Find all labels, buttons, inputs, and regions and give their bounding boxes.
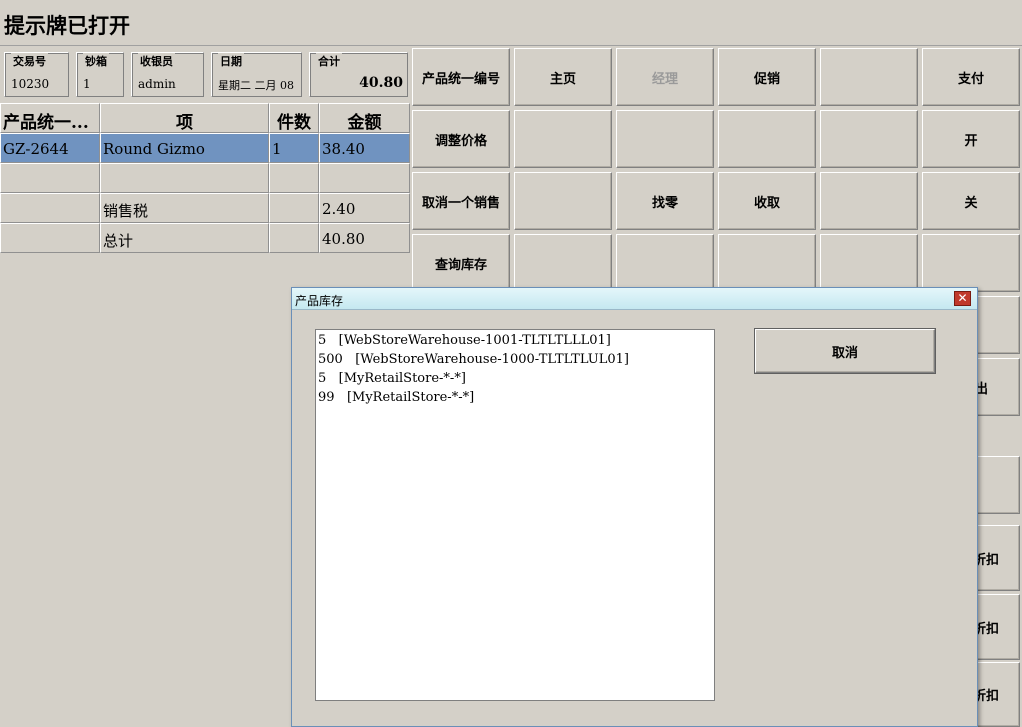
empty-button[interactable] bbox=[514, 110, 612, 168]
empty-button[interactable] bbox=[718, 110, 816, 168]
page-title: 提示牌已打开 bbox=[4, 13, 130, 38]
empty-button[interactable] bbox=[820, 48, 918, 106]
cell-item: Round Gizmo bbox=[100, 133, 269, 163]
collect-button[interactable]: 收取 bbox=[718, 172, 816, 230]
list-item[interactable]: 5 [MyRetailStore-*-*] bbox=[318, 371, 466, 386]
void-sale-button[interactable]: 取消一个销售 bbox=[412, 172, 510, 230]
cashier-label: 收银员 bbox=[138, 53, 175, 69]
empty-button[interactable] bbox=[718, 234, 816, 292]
column-header-amount[interactable]: 金额 bbox=[319, 103, 410, 133]
adjust-price-button[interactable]: 调整价格 bbox=[412, 110, 510, 168]
cell-amount: 38.40 bbox=[319, 133, 410, 163]
cell-product-id bbox=[0, 193, 100, 223]
cell-item bbox=[100, 163, 269, 193]
dialog-title: 产品库存 bbox=[295, 294, 344, 308]
transaction-number-value: 10230 bbox=[11, 77, 50, 91]
query-stock-button[interactable]: 查询库存 bbox=[412, 234, 510, 292]
cash-drawer-value: 1 bbox=[83, 77, 91, 91]
title-bar: 提示牌已打开 bbox=[0, 0, 1022, 46]
list-item[interactable]: 500 [WebStoreWarehouse-1000-TLTLTLUL01] bbox=[318, 352, 629, 367]
empty-button[interactable] bbox=[820, 234, 918, 292]
list-item[interactable]: 5 [WebStoreWarehouse-1001-TLTLTLLL01] bbox=[318, 333, 611, 348]
close-drawer-button[interactable]: 关 bbox=[922, 172, 1020, 230]
stock-list[interactable]: 5 [WebStoreWarehouse-1001-TLTLTLLL01] 50… bbox=[315, 329, 715, 701]
cell-product-id bbox=[0, 163, 100, 193]
pay-button[interactable]: 支付 bbox=[922, 48, 1020, 106]
cell-quantity bbox=[269, 223, 319, 253]
open-button[interactable]: 开 bbox=[922, 110, 1020, 168]
table-row[interactable] bbox=[0, 163, 410, 193]
column-header-product-id[interactable]: 产品统一... bbox=[0, 103, 100, 133]
cell-quantity: 1 bbox=[269, 133, 319, 163]
cell-amount: 40.80 bbox=[319, 223, 410, 253]
total-label: 合计 bbox=[316, 53, 342, 69]
empty-button[interactable] bbox=[922, 234, 1020, 292]
total-box: 合计 40.80 bbox=[309, 52, 408, 97]
cashier-value: admin bbox=[138, 77, 176, 91]
total-value: 40.80 bbox=[359, 75, 403, 91]
dialog-title-bar[interactable]: 产品库存 ✕ bbox=[292, 288, 977, 310]
product-id-button[interactable]: 产品统一编号 bbox=[412, 48, 510, 106]
date-label: 日期 bbox=[218, 53, 244, 69]
table-row[interactable]: 销售税 2.40 bbox=[0, 193, 410, 223]
list-item[interactable]: 99 [MyRetailStore-*-*] bbox=[318, 390, 474, 405]
empty-button[interactable] bbox=[616, 110, 714, 168]
home-button[interactable]: 主页 bbox=[514, 48, 612, 106]
empty-button[interactable] bbox=[616, 234, 714, 292]
cell-product-id bbox=[0, 223, 100, 253]
empty-button[interactable] bbox=[820, 110, 918, 168]
date-value: 星期二 二月 08 bbox=[218, 79, 294, 92]
transaction-number-label: 交易号 bbox=[11, 53, 48, 69]
change-button[interactable]: 找零 bbox=[616, 172, 714, 230]
product-stock-dialog: 产品库存 ✕ 5 [WebStoreWarehouse-1001-TLTLTLL… bbox=[291, 287, 978, 727]
cell-quantity bbox=[269, 193, 319, 223]
column-header-item[interactable]: 项 bbox=[100, 103, 269, 133]
table-header: 产品统一... 项 件数 金额 bbox=[0, 103, 410, 133]
empty-button[interactable] bbox=[820, 172, 918, 230]
cash-drawer-box: 钞箱 1 bbox=[76, 52, 124, 97]
cash-drawer-label: 钞箱 bbox=[83, 53, 109, 69]
date-box: 日期 星期二 二月 08 bbox=[211, 52, 302, 97]
cell-quantity bbox=[269, 163, 319, 193]
cell-item: 销售税 bbox=[100, 193, 269, 223]
cell-item: 总计 bbox=[100, 223, 269, 253]
column-header-quantity[interactable]: 件数 bbox=[269, 103, 319, 133]
cashier-box: 收银员 admin bbox=[131, 52, 204, 97]
cancel-button[interactable]: 取消 bbox=[755, 329, 935, 373]
promotion-button[interactable]: 促销 bbox=[718, 48, 816, 106]
close-icon[interactable]: ✕ bbox=[954, 291, 971, 306]
empty-button[interactable] bbox=[514, 172, 612, 230]
cell-amount bbox=[319, 163, 410, 193]
table-row[interactable]: 总计 40.80 bbox=[0, 223, 410, 253]
cell-product-id: GZ-2644 bbox=[0, 133, 100, 163]
cell-amount: 2.40 bbox=[319, 193, 410, 223]
empty-button[interactable] bbox=[514, 234, 612, 292]
table-row[interactable]: GZ-2644 Round Gizmo 1 38.40 bbox=[0, 133, 410, 163]
manager-button[interactable]: 经理 bbox=[616, 48, 714, 106]
transaction-number-box: 交易号 10230 bbox=[4, 52, 69, 97]
